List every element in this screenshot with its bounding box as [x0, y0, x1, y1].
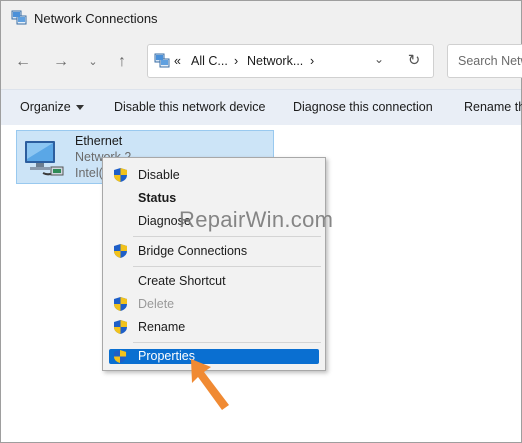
- uac-shield-icon: [114, 244, 127, 258]
- breadcrumb-separator-icon[interactable]: ›: [310, 54, 314, 68]
- command-bar: Organize Disable this network device Dia…: [1, 89, 522, 126]
- breadcrumb-separator-icon[interactable]: ›: [234, 54, 238, 68]
- organize-button[interactable]: Organize: [20, 100, 84, 114]
- menu-label-create-shortcut: Create Shortcut: [138, 274, 226, 288]
- menu-item-status[interactable]: Status: [103, 187, 325, 209]
- menu-item-create-shortcut[interactable]: Create Shortcut: [103, 270, 325, 292]
- menu-separator: [133, 342, 321, 343]
- title-bar: Network Connections: [1, 1, 521, 35]
- pointer-arrow-icon: [191, 359, 229, 410]
- menu-label-bridge-connections: Bridge Connections: [138, 244, 248, 258]
- search-box[interactable]: Search Netw: [447, 44, 522, 78]
- menu-label-delete: Delete: [138, 297, 175, 311]
- menu-label-rename: Rename: [138, 320, 186, 334]
- uac-shield-icon: [114, 297, 127, 311]
- recent-locations-chevron-icon[interactable]: ⌄: [82, 51, 104, 73]
- network-folder-icon: [154, 53, 170, 68]
- menu-separator: [133, 266, 321, 267]
- network-connections-icon: [11, 10, 27, 25]
- ethernet-adapter-icon: [25, 141, 64, 176]
- menu-item-bridge-connections[interactable]: Bridge Connections: [103, 240, 325, 262]
- menu-item-delete: Delete: [103, 293, 325, 315]
- organize-label: Organize: [20, 100, 71, 114]
- uac-shield-icon: [113, 349, 127, 364]
- address-bar[interactable]: « All C... › Network... › ⌄ ↻: [147, 44, 434, 78]
- context-menu: Disable Status Diagnose Bridge Connectio…: [102, 157, 326, 371]
- disable-device-button[interactable]: Disable this network device: [114, 100, 265, 114]
- back-arrow-icon[interactable]: ←: [12, 51, 34, 73]
- menu-item-rename[interactable]: Rename: [103, 316, 325, 338]
- breadcrumb-network[interactable]: Network...: [247, 54, 303, 68]
- uac-shield-icon: [114, 168, 127, 182]
- search-placeholder: Search Netw: [458, 54, 522, 68]
- menu-item-disable[interactable]: Disable: [103, 164, 325, 186]
- window-title: Network Connections: [34, 11, 158, 26]
- menu-label-status: Status: [138, 191, 177, 205]
- menu-separator: [133, 236, 321, 237]
- window: Network Connections ← → ⌄ ↑ « All C... ›…: [0, 0, 522, 443]
- breadcrumb-all-control-panel[interactable]: All C...: [191, 54, 228, 68]
- dropdown-caret-icon: [75, 105, 84, 111]
- rename-connection-button[interactable]: Rename th: [464, 100, 522, 114]
- address-overflow[interactable]: «: [174, 54, 181, 68]
- diagnose-connection-button[interactable]: Diagnose this connection: [293, 100, 433, 114]
- watermark: RepairWin.com: [179, 207, 334, 232]
- connection-adapter: Intel(: [75, 166, 103, 180]
- forward-arrow-icon[interactable]: →: [50, 51, 72, 73]
- menu-label-disable: Disable: [138, 168, 180, 182]
- navigation-bar: ← → ⌄ ↑ « All C... › Network... › ⌄ ↻ Se…: [1, 35, 522, 89]
- address-dropdown-chevron-icon[interactable]: ⌄: [370, 52, 388, 70]
- refresh-icon[interactable]: ↻: [404, 51, 424, 71]
- uac-shield-icon: [114, 320, 127, 334]
- up-arrow-icon[interactable]: ↑: [111, 51, 133, 73]
- connection-name: Ethernet: [75, 134, 123, 148]
